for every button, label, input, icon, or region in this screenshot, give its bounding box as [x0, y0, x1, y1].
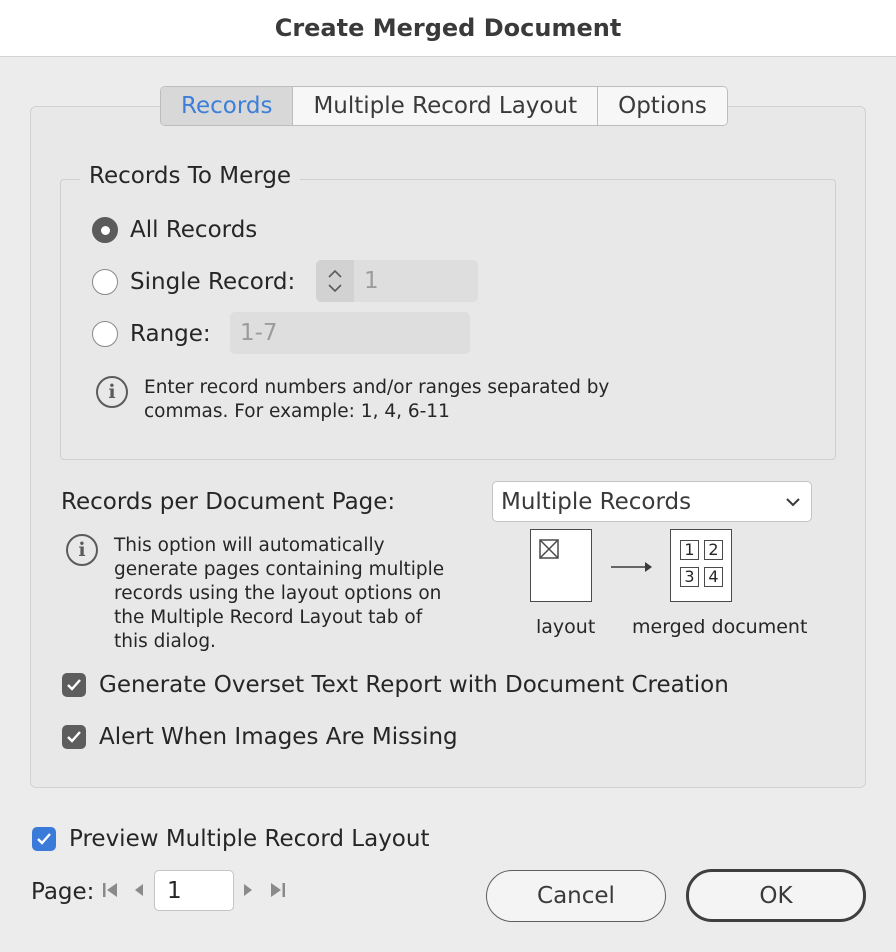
chevron-down-icon[interactable] [327, 283, 343, 293]
records-to-merge-label: Records To Merge [80, 163, 301, 189]
tab-bar: Records Multiple Record Layout Options [160, 86, 728, 126]
merged-cell: 3 [680, 567, 699, 587]
info-icon: i [66, 534, 98, 566]
tab-options[interactable]: Options [597, 87, 727, 125]
checkbox-checked-icon[interactable] [62, 725, 86, 749]
merged-document-caption: merged document [632, 616, 808, 638]
per-page-help-line: generate pages containing multiple [114, 559, 445, 580]
alert-missing-images-label: Alert When Images Are Missing [99, 724, 458, 750]
tab-records[interactable]: Records [161, 87, 293, 125]
radio-unselected-icon[interactable] [92, 321, 118, 347]
range-label: Range: [130, 321, 211, 347]
all-records-radio[interactable]: All Records [92, 217, 257, 243]
range-help-line-1: Enter record numbers and/or ranges separ… [144, 377, 610, 398]
per-page-help-line: the Multiple Record Layout tab of [114, 607, 423, 628]
single-record-stepper[interactable]: 1 [316, 260, 478, 302]
radio-unselected-icon[interactable] [92, 269, 118, 295]
cancel-button[interactable]: Cancel [486, 870, 666, 922]
all-records-label: All Records [130, 217, 258, 243]
per-page-help-line: records using the layout options on [114, 583, 442, 604]
single-record-label: Single Record: [130, 269, 296, 295]
arrow-right-icon [611, 562, 652, 572]
radio-selected-icon[interactable] [92, 217, 118, 243]
range-help-text: Enter record numbers and/or ranges separ… [144, 376, 609, 424]
range-radio[interactable]: Range: [92, 321, 211, 347]
range-help-line-2: commas. For example: 1, 4, 6-11 [144, 401, 450, 422]
preview-layout-label: Preview Multiple Record Layout [69, 826, 430, 852]
title-bar: Create Merged Document [0, 0, 896, 57]
ok-button[interactable]: OK [686, 869, 866, 922]
merged-cell: 2 [704, 540, 723, 560]
next-page-icon[interactable] [242, 881, 254, 899]
overset-report-checkbox[interactable]: Generate Overset Text Report with Docume… [62, 672, 729, 698]
checkbox-checked-icon[interactable] [62, 673, 86, 697]
single-record-radio[interactable]: Single Record: [92, 269, 295, 295]
layout-caption: layout [536, 616, 596, 638]
per-page-help-text: This option will automatically generate … [114, 534, 444, 654]
merged-cell: 1 [680, 540, 699, 560]
per-page-help-line: this dialog. [114, 631, 216, 652]
records-per-page-select[interactable]: Multiple Records [492, 481, 812, 522]
page-label: Page: [31, 879, 95, 905]
merged-page-icon: 1 2 3 4 [670, 529, 732, 602]
last-page-icon[interactable] [269, 881, 287, 899]
stepper-arrows[interactable] [316, 260, 354, 302]
range-input[interactable]: 1-7 [230, 312, 470, 354]
first-page-icon[interactable] [101, 881, 119, 899]
single-record-value: 1 [364, 268, 379, 294]
overset-report-label: Generate Overset Text Report with Docume… [99, 672, 729, 698]
layout-page-icon [530, 529, 592, 602]
info-icon: i [96, 376, 128, 408]
page-number-input[interactable]: 1 [154, 870, 234, 911]
alert-missing-images-checkbox[interactable]: Alert When Images Are Missing [62, 724, 458, 750]
previous-page-icon[interactable] [133, 881, 145, 899]
chevron-up-icon[interactable] [327, 269, 343, 279]
checkbox-checked-icon[interactable] [32, 827, 56, 851]
per-page-help-line: This option will automatically [114, 535, 385, 556]
chevron-down-icon [786, 497, 800, 506]
tab-multiple-record-layout[interactable]: Multiple Record Layout [292, 87, 598, 125]
placeholder-frame-icon [539, 539, 559, 559]
records-per-page-value: Multiple Records [501, 488, 692, 515]
merged-cell: 4 [704, 567, 723, 587]
dialog-title: Create Merged Document [274, 14, 622, 42]
records-per-page-label: Records per Document Page: [61, 489, 396, 515]
preview-layout-checkbox[interactable]: Preview Multiple Record Layout [32, 826, 429, 852]
